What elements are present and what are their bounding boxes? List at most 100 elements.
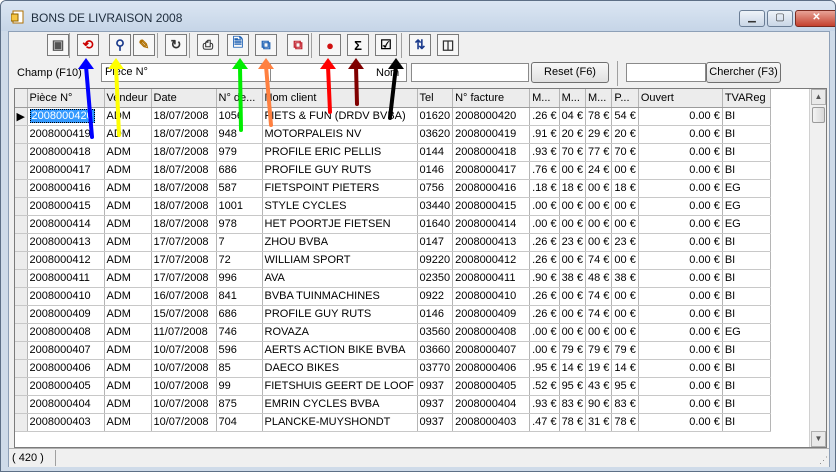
table-cell[interactable]: 2008000412 [27, 251, 105, 270]
table-cell[interactable]: BI [722, 305, 771, 324]
table-cell[interactable]: ZHOU BVBA [262, 233, 418, 252]
table-cell[interactable]: DAECO BIKES [262, 359, 418, 378]
table-cell[interactable]: BVBA TUINMACHINES [262, 287, 418, 306]
table-cell[interactable]: 95 € [559, 377, 586, 396]
table-cell[interactable]: 16/07/2008 [151, 287, 217, 306]
table-cell[interactable]: 00 € [585, 197, 613, 216]
table-row[interactable]: 2008000409 ADM 15/07/2008 686 PROFILE GUY RU… [15, 305, 771, 324]
current-row-indicator-icon[interactable]: ▶ [15, 107, 28, 126]
table-cell[interactable]: 0937 [417, 395, 454, 414]
table-cell[interactable]: 2008000406 [27, 359, 105, 378]
row-indicator[interactable] [15, 251, 28, 270]
table-cell[interactable]: 20 € [611, 125, 639, 144]
column-header[interactable]: TVAReg [722, 89, 771, 108]
row-indicator[interactable] [15, 305, 28, 324]
table-cell[interactable]: 24 € [585, 161, 613, 180]
delete-document-button[interactable]: ⧉ [287, 34, 309, 56]
table-cell[interactable]: ADM [104, 197, 152, 216]
table-row[interactable]: 2008000404 ADM 10/07/2008 875 EMRIN CYCLES B… [15, 395, 771, 414]
table-cell[interactable]: 2008000416 [27, 179, 105, 198]
table-cell[interactable]: ADM [104, 287, 152, 306]
table-cell[interactable]: BI [722, 107, 771, 126]
column-header[interactable]: Vendeur [104, 89, 152, 108]
table-cell[interactable]: 74 € [585, 287, 613, 306]
table-row[interactable]: 2008000418 ADM 18/07/2008 979 PROFILE ERIC P… [15, 143, 771, 162]
table-cell[interactable]: 2008000404 [27, 395, 105, 414]
table-cell[interactable]: .76 € [529, 161, 560, 180]
table-cell[interactable]: 70 € [611, 143, 639, 162]
table-cell[interactable]: 2008000409 [452, 305, 531, 324]
table-cell[interactable]: AVA [262, 269, 418, 288]
table-cell[interactable]: 0.00 € [638, 269, 723, 288]
table-row[interactable]: 2008000406 ADM 10/07/2008 85 DAECO BIKES 0377… [15, 359, 771, 378]
column-header[interactable]: M... [585, 89, 613, 108]
table-cell[interactable]: 00 € [559, 161, 586, 180]
table-cell[interactable]: 996 [216, 269, 263, 288]
table-cell[interactable]: .00 € [529, 197, 560, 216]
table-cell[interactable]: 00 € [611, 305, 639, 324]
table-cell[interactable]: FIETSPOINT PIETERS [262, 179, 418, 198]
table-cell[interactable]: BI [722, 395, 771, 414]
table-row[interactable]: 2008000417 ADM 18/07/2008 686 PROFILE GUY RU… [15, 161, 771, 180]
table-cell[interactable]: 18/07/2008 [151, 179, 217, 198]
table-cell[interactable]: 20 € [559, 125, 586, 144]
table-cell[interactable]: ADM [104, 161, 152, 180]
table-cell[interactable]: BI [722, 413, 771, 432]
table-row[interactable]: 2008000412 ADM 17/07/2008 72 WILLIAM SPORT 09… [15, 251, 771, 270]
table-cell[interactable]: 704 [216, 413, 263, 432]
table-cell[interactable]: 48 € [585, 269, 613, 288]
table-cell[interactable]: 03620 [417, 125, 454, 144]
table-cell[interactable]: 1056 [216, 107, 263, 126]
table-cell[interactable]: 2008000413 [452, 233, 531, 252]
table-cell[interactable]: 2008000404 [452, 395, 531, 414]
table-cell[interactable]: 23 € [611, 233, 639, 252]
table-cell[interactable]: 2008000420 [452, 107, 531, 126]
table-cell[interactable]: 686 [216, 161, 263, 180]
table-cell[interactable]: 0147 [417, 233, 454, 252]
table-cell[interactable]: 78 € [559, 413, 586, 432]
table-cell[interactable]: 03660 [417, 341, 454, 360]
scroll-down-button[interactable]: ▼ [811, 431, 826, 447]
table-cell[interactable]: 04 € [559, 107, 586, 126]
row-indicator[interactable] [15, 233, 28, 252]
stop-button[interactable]: ⟲ [77, 34, 99, 56]
table-row[interactable]: 2008000407 ADM 10/07/2008 596 AERTS ACTION B… [15, 341, 771, 360]
table-cell[interactable]: 0.00 € [638, 233, 723, 252]
table-cell[interactable]: 2008000408 [452, 323, 531, 342]
table-cell[interactable]: .52 € [529, 377, 560, 396]
table-cell[interactable]: 23 € [559, 233, 586, 252]
table-cell[interactable]: 0.00 € [638, 215, 723, 234]
table-cell[interactable]: BI [722, 341, 771, 360]
table-cell[interactable]: 54 € [611, 107, 639, 126]
table-cell[interactable]: .00 € [529, 341, 560, 360]
table-cell[interactable]: 2008000417 [27, 161, 105, 180]
table-cell[interactable]: BI [722, 125, 771, 144]
table-cell[interactable]: 2008000407 [27, 341, 105, 360]
table-cell[interactable]: 18/07/2008 [151, 215, 217, 234]
table-cell[interactable]: 10/07/2008 [151, 341, 217, 360]
table-cell[interactable]: FIETS & FUN (DRDV BVBA) [262, 107, 418, 126]
table-cell[interactable]: 0.00 € [638, 305, 723, 324]
table-cell[interactable]: BI [722, 161, 771, 180]
table-cell[interactable]: 03560 [417, 323, 454, 342]
row-indicator[interactable] [15, 161, 28, 180]
find-button[interactable]: ⚲ [109, 34, 131, 56]
table-cell[interactable]: 2008000405 [452, 377, 531, 396]
table-cell[interactable]: 14 € [559, 359, 586, 378]
table-cell[interactable]: 18/07/2008 [151, 125, 217, 144]
table-cell[interactable]: 979 [216, 143, 263, 162]
table-cell[interactable]: 79 € [559, 341, 586, 360]
table-row[interactable]: 2008000416 ADM 18/07/2008 587 FIETSPOINT PIE… [15, 179, 771, 198]
search-button[interactable]: Chercher (F3) [706, 62, 781, 83]
table-cell[interactable]: PROFILE GUY RUTS [262, 305, 418, 324]
table-cell[interactable]: 18 € [559, 179, 586, 198]
table-cell[interactable]: 2008000403 [452, 413, 531, 432]
table-cell[interactable]: 38 € [559, 269, 586, 288]
column-header[interactable]: M... [559, 89, 586, 108]
row-indicator[interactable] [15, 269, 28, 288]
row-indicator[interactable] [15, 341, 28, 360]
table-cell[interactable]: 00 € [611, 161, 639, 180]
properties-button[interactable]: ▣ [47, 34, 69, 56]
table-cell[interactable]: 0.00 € [638, 323, 723, 342]
table-cell[interactable]: 10/07/2008 [151, 359, 217, 378]
